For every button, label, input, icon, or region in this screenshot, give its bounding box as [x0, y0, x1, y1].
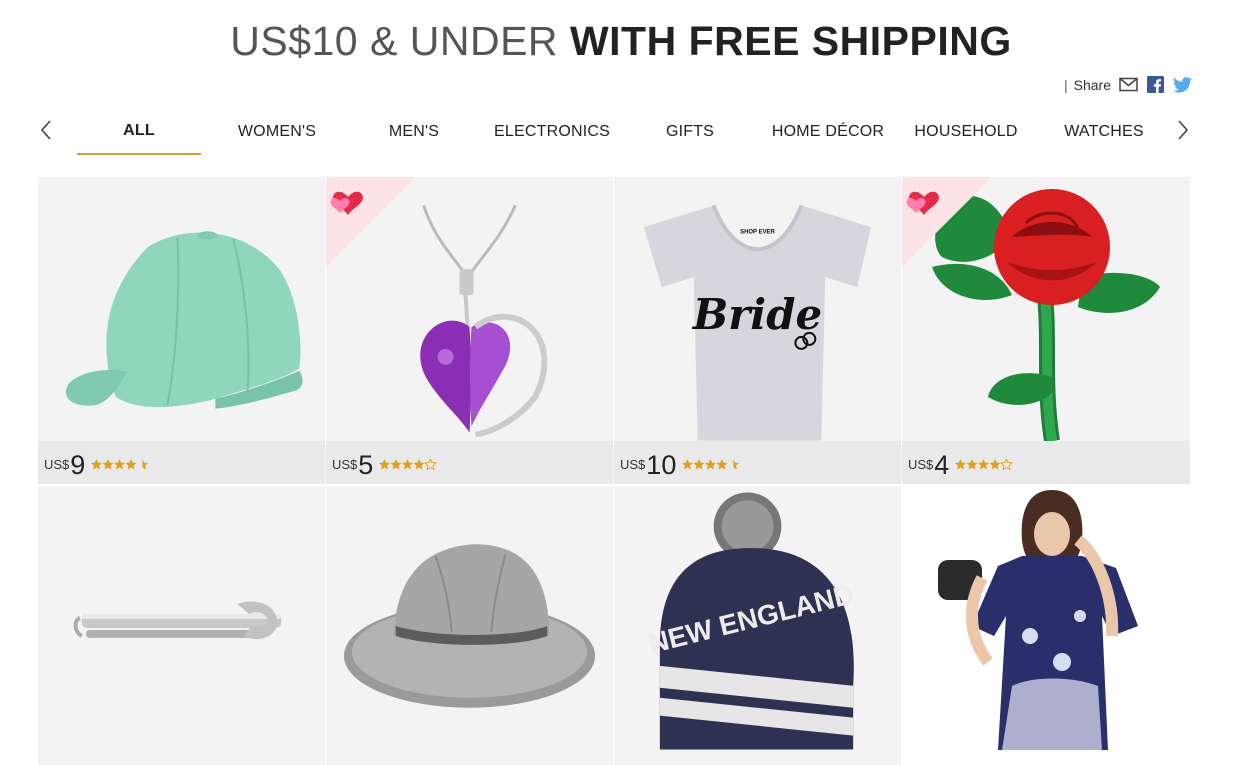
twitter-icon[interactable]	[1173, 76, 1192, 93]
share-bar: | Share	[1064, 76, 1192, 93]
rating-stars	[91, 459, 149, 470]
shirt-print-text: Bride	[692, 290, 822, 339]
product-card[interactable]: NEW ENGLAND	[614, 486, 902, 765]
product-card[interactable]	[326, 486, 614, 765]
tab-watches[interactable]: WATCHES	[1042, 108, 1166, 155]
price-bar: US$ 9	[38, 441, 325, 484]
product-card[interactable]	[38, 486, 326, 765]
price-currency: US$	[332, 457, 358, 472]
price-bar: US$ 5	[326, 441, 613, 484]
price-amount: 5	[358, 450, 374, 480]
tab-electronics[interactable]: ELECTRONICS	[490, 108, 614, 155]
mail-icon[interactable]	[1119, 76, 1138, 93]
price-amount: 9	[70, 450, 86, 480]
heart-badge	[902, 177, 992, 267]
price-bar: US$ 4	[902, 441, 1190, 484]
chevron-left-icon[interactable]	[34, 116, 58, 144]
product-card[interactable]: US$ 4	[902, 177, 1191, 486]
title-bold: WITH FREE SHIPPING	[569, 18, 1012, 64]
product-image-tunic-dress	[902, 486, 1190, 750]
share-separator: |	[1064, 76, 1068, 93]
shirt-brand-text: SHOP EVER	[740, 229, 775, 235]
price-currency: US$	[44, 457, 70, 472]
facebook-icon[interactable]	[1146, 76, 1165, 93]
product-card[interactable]	[902, 486, 1191, 765]
price-amount: 10	[646, 450, 677, 480]
heart-badge	[326, 177, 416, 267]
share-label: Share	[1073, 76, 1111, 93]
rating-stars	[955, 459, 1014, 470]
title-light: US$10 & UNDER	[230, 18, 559, 64]
price-bar: US$ 10	[614, 441, 901, 484]
tab-gifts[interactable]: GIFTS	[628, 108, 752, 155]
price-currency: US$	[908, 457, 934, 472]
tab-mens[interactable]: MEN'S	[352, 108, 476, 155]
tab-womens[interactable]: WOMEN'S	[215, 108, 339, 155]
product-image-tie-clip	[38, 486, 325, 750]
price-currency: US$	[620, 457, 646, 472]
page-title: US$10 & UNDER WITH FREE SHIPPING	[0, 18, 1242, 65]
tab-household[interactable]: HOUSEHOLD	[904, 108, 1028, 155]
price-amount: 4	[934, 450, 950, 480]
product-grid: US$ 9 US$ 5 SHOP EVER Bride US$ 10 US$ 4…	[38, 177, 1191, 765]
tab-all[interactable]: ALL	[77, 108, 201, 155]
rating-stars	[379, 459, 438, 470]
product-image-bride-shirt: SHOP EVER Bride	[614, 177, 901, 441]
product-card[interactable]: SHOP EVER Bride US$ 10	[614, 177, 902, 486]
product-image-beanie: NEW ENGLAND	[614, 486, 901, 750]
product-image-fedora	[326, 486, 613, 750]
product-card[interactable]: US$ 5	[326, 177, 614, 486]
rating-stars	[682, 459, 740, 470]
tab-home-decor[interactable]: HOME DÉCOR	[766, 108, 890, 155]
product-image-cap	[38, 177, 325, 441]
chevron-right-icon[interactable]	[1171, 116, 1195, 144]
category-nav: ALL WOMEN'S MEN'S ELECTRONICS GIFTS HOME…	[0, 108, 1242, 156]
product-card[interactable]: US$ 9	[38, 177, 326, 486]
